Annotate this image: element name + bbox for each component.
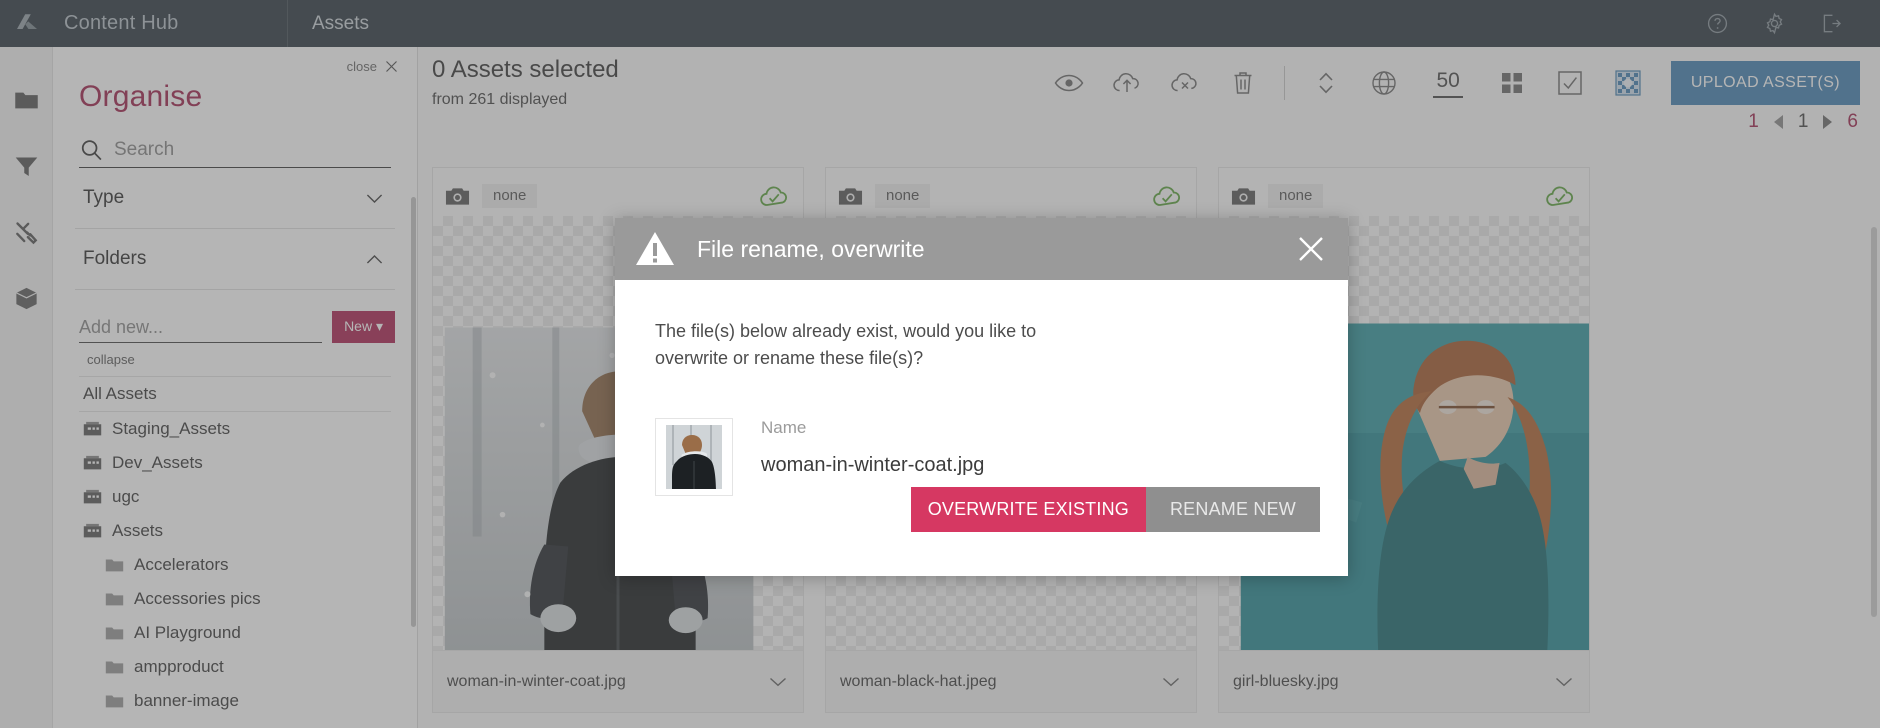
dialog-header: File rename, overwrite [615,218,1348,280]
dialog-body: The file(s) below already exist, would y… [615,280,1348,496]
application-window: Content Hub Assets close Organise Search… [0,0,1880,728]
file-conflict-dialog: File rename, overwrite The file(s) below… [615,218,1348,576]
file-name-value: woman-in-winter-coat.jpg [761,454,985,476]
overwrite-existing-button[interactable]: OVERWRITE EXISTING [910,487,1146,532]
dialog-title: File rename, overwrite [697,235,925,262]
dialog-message: The file(s) below already exist, would y… [655,321,1037,368]
warning-triangle-icon [635,231,675,267]
file-meta: Name woman-in-winter-coat.jpg [761,418,984,477]
conflicting-file-row: Name woman-in-winter-coat.jpg [655,418,1308,496]
close-icon[interactable] [1296,234,1326,264]
dialog-actions: OVERWRITE EXISTING RENAME NEW [910,487,1320,532]
file-thumbnail [655,418,733,496]
rename-new-button[interactable]: RENAME NEW [1145,487,1320,532]
file-name-label: Name [761,418,807,437]
